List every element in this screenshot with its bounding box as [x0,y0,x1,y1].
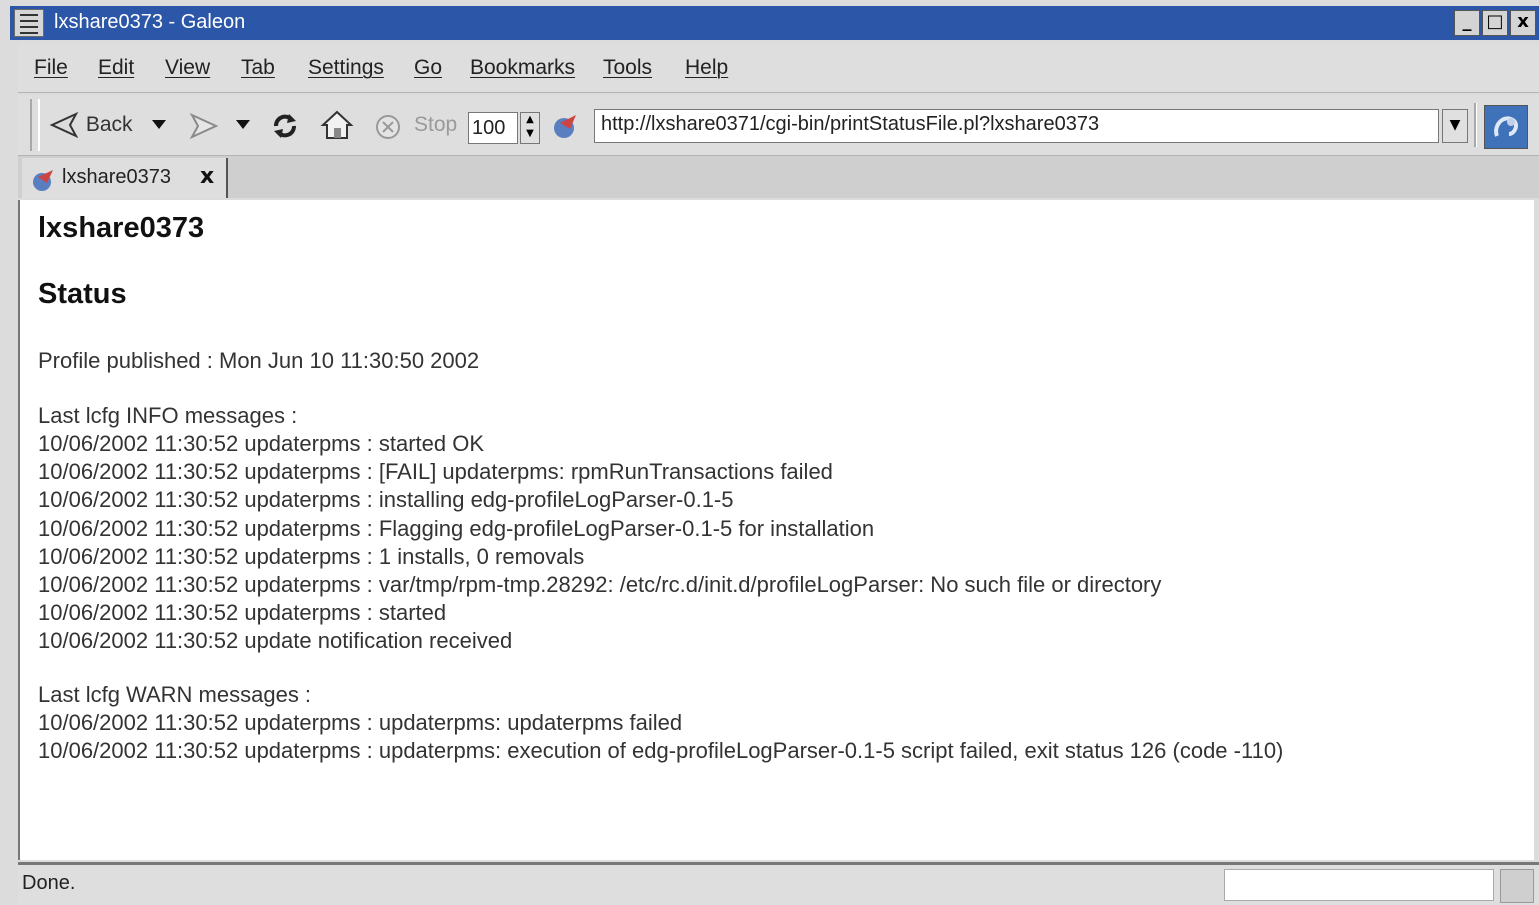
tab-label: lxshare0373 [62,166,171,188]
zoom-stepper[interactable]: ▲ ▼ [520,112,540,144]
info-heading: Last lcfg INFO messages : [38,403,298,428]
menu-bookmarks[interactable]: Bookmarks [470,56,575,80]
progress-area [1224,869,1494,901]
menu-go[interactable]: Go [414,56,442,80]
navigation-toolbar: Back Stop ▲▼ http://lxshare0371/cgi-bin/… [18,95,1539,156]
menu-edit[interactable]: Edit [98,56,134,80]
status-text: Done. [22,872,76,894]
profile-published: Profile published : Mon Jun 10 11:30:50 … [38,348,480,373]
menu-view[interactable]: View [165,56,210,80]
maximize-button[interactable]: □ [1482,10,1508,36]
back-arrow-icon [49,111,79,139]
stop-label[interactable]: Stop [414,113,457,137]
back-label: Back [85,113,133,136]
stop-icon[interactable] [374,113,402,141]
status-bar: Done. [18,862,1539,905]
menu-tools[interactable]: Tools [603,56,652,80]
title-bar[interactable]: lxshare0373 - Galeon _ □ x [10,6,1539,40]
tab-lxshare0373[interactable]: lxshare0373 x [22,158,228,198]
url-history-dropdown[interactable]: ▼ [1442,109,1468,143]
menu-bar: File Edit View Tab Settings Go Bookmarks… [18,44,1539,93]
info-message: 10/06/2002 11:30:52 updaterpms : install… [38,487,734,513]
back-history-dropdown-icon[interactable] [152,120,166,130]
reload-icon[interactable] [270,111,300,141]
forward-arrow-icon[interactable] [188,111,220,141]
close-button[interactable]: x [1510,10,1536,36]
info-message: 10/06/2002 11:30:52 update notification … [38,628,513,654]
info-message: 10/06/2002 11:30:52 updaterpms : 1 insta… [38,543,585,569]
url-input[interactable]: http://lxshare0371/cgi-bin/printStatusFi… [594,109,1439,143]
info-message: 10/06/2002 11:30:52 updaterpms : var/tmp… [38,571,1162,597]
warn-message: 10/06/2002 11:30:52 updaterpms : updater… [38,710,683,735]
info-message: 10/06/2002 11:30:52 updaterpms : Flaggin… [38,515,875,541]
warn-messages: 10/06/2002 11:30:52 updaterpms : updater… [38,709,1283,765]
throbber-icon[interactable] [1484,105,1528,149]
info-message: 10/06/2002 11:30:52 updaterpms : started… [38,431,485,456]
page-content: lxshare0373 Status Profile published : M… [18,200,1534,860]
toolbar-separator [1474,103,1477,147]
site-favicon-icon [554,115,576,138]
warn-heading: Last lcfg WARN messages : [38,682,312,707]
toolbar-handle[interactable] [30,99,40,151]
tab-close-icon[interactable]: x [200,164,214,189]
status-heading: Status [38,278,127,310]
menu-file[interactable]: File [34,56,68,80]
info-message: 10/06/2002 11:30:52 updaterpms : started [38,600,447,626]
tab-strip: lxshare0373 x [18,156,1539,198]
menu-tab[interactable]: Tab [241,56,275,80]
warn-message: 10/06/2002 11:30:52 updaterpms : updater… [38,738,1284,764]
info-message: 10/06/2002 11:30:52 updaterpms : [FAIL] … [38,459,833,485]
tab-favicon-icon [33,170,53,191]
back-button[interactable]: Back [48,110,133,140]
security-lock-icon[interactable] [1500,869,1534,903]
home-icon[interactable] [320,109,354,141]
menu-help[interactable]: Help [685,56,728,80]
browser-window: lxshare0373 - Galeon _ □ x File Edit Vie… [0,0,1539,905]
menu-settings[interactable]: Settings [308,56,384,80]
info-messages: 10/06/2002 11:30:52 updaterpms : started… [38,430,1161,656]
page-title: lxshare0373 [38,212,205,244]
window-title: lxshare0373 - Galeon [54,11,246,33]
forward-history-dropdown-icon[interactable] [236,120,250,130]
window-menu-icon[interactable] [14,9,44,37]
zoom-input[interactable] [468,112,518,144]
minimize-button[interactable]: _ [1454,10,1480,36]
